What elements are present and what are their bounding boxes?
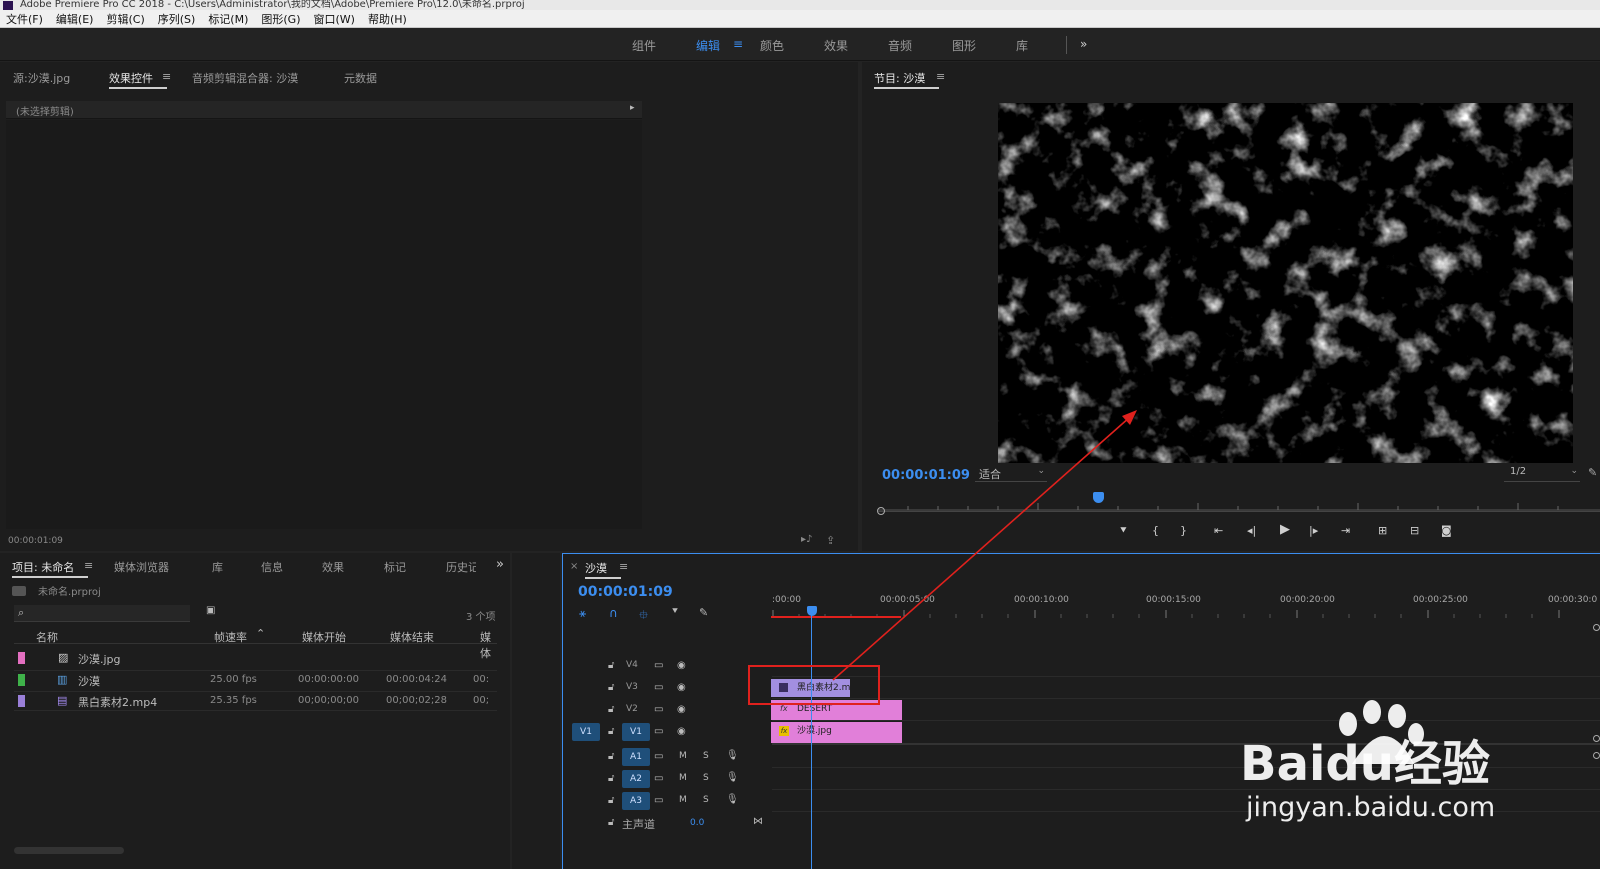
annotation-rectangle <box>748 665 880 705</box>
annotation-arrow-line <box>832 416 1131 681</box>
watermark-brand: Baidu经验 <box>1240 736 1490 792</box>
baidu-watermark: Baidu经验 jingyan.baidu.com <box>1240 700 1560 860</box>
watermark-url: jingyan.baidu.com <box>1246 792 1496 823</box>
